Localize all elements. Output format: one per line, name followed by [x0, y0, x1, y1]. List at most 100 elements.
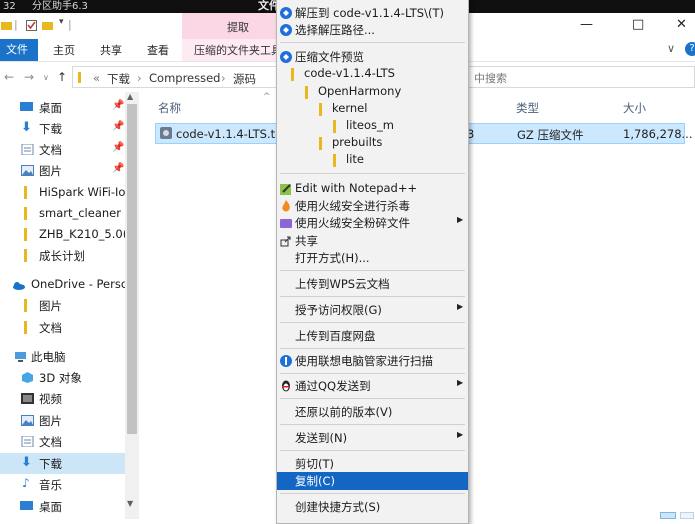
close-button[interactable]: ✕ — [676, 17, 687, 32]
menu-item-grant-access[interactable]: 授予访问权限(G) ▶ — [277, 301, 468, 319]
menu-tree-lite[interactable]: lite — [277, 151, 468, 169]
menu-item-lenovo-scan[interactable]: 使用联想电脑管家进行扫描 — [277, 352, 468, 370]
pin-icon[interactable]: 📌 — [112, 163, 124, 174]
menu-item-label: 上传到WPS云文档 — [295, 277, 390, 291]
tab-compressed-folder-tools[interactable]: 压缩的文件夹工具 — [182, 39, 290, 61]
download-arrow-icon: ⬇ — [21, 455, 32, 470]
menu-item-preview[interactable]: 压缩文件预览 — [277, 48, 468, 66]
folder-icon — [24, 249, 27, 262]
lenovo-shield-icon — [280, 355, 292, 367]
nav-item-music[interactable]: ♪ 音乐 — [0, 474, 125, 495]
picture-icon — [21, 165, 34, 176]
column-header-type[interactable]: 类型 — [516, 100, 539, 116]
scroll-up-icon[interactable]: ▲ — [127, 92, 133, 101]
menu-item-send-to[interactable]: 发送到(N) ▶ — [277, 429, 468, 447]
menu-item-notepad[interactable]: Edit with Notepad++ — [277, 180, 468, 198]
menu-item-huorong-scan[interactable]: 使用火绒安全进行杀毒 — [277, 197, 468, 215]
maximize-button[interactable]: □ — [632, 17, 644, 32]
chevron-down-icon[interactable]: ∨ — [667, 42, 675, 55]
menu-tree-prebuilts[interactable]: prebuilts — [277, 134, 468, 152]
nav-item-videos[interactable]: 视频 — [0, 388, 125, 409]
menu-item-copy[interactable]: 复制(C) — [277, 472, 468, 490]
nav-item-downloads[interactable]: ⬇ 下载 📌 — [0, 118, 125, 139]
details-view-button[interactable] — [660, 512, 676, 519]
search-input[interactable]: 中搜索 — [462, 66, 695, 88]
menu-item-label: 压缩文件预览 — [295, 50, 364, 64]
nav-item-growth-plan[interactable]: 成长计划 — [0, 245, 125, 266]
submenu-arrow-icon: ▶ — [457, 430, 464, 439]
minimize-button[interactable]: — — [580, 17, 593, 32]
nav-scrollbar[interactable]: ▲ ▼ — [125, 92, 139, 519]
scroll-thumb[interactable] — [127, 104, 137, 434]
nav-item-pc-pictures[interactable]: 图片 — [0, 410, 125, 431]
chevron-down-icon[interactable]: ∨ — [43, 73, 49, 82]
menu-tree-kernel[interactable]: kernel — [277, 100, 468, 118]
menu-item-label: prebuilts — [332, 135, 383, 149]
nav-item-pc-desktop[interactable]: 桌面 — [0, 496, 125, 517]
nav-item-label: 音乐 — [39, 478, 62, 492]
nav-item-pc-documents[interactable]: 文档 — [0, 431, 125, 452]
properties-icon[interactable] — [26, 20, 37, 31]
menu-item-restore[interactable]: 还原以前的版本(V) — [277, 403, 468, 421]
menu-separator — [280, 270, 465, 271]
file-name: code-v1.1.4-LTS.tar — [176, 127, 287, 141]
menu-item-baidu[interactable]: 上传到百度网盘 — [277, 327, 468, 345]
nav-item-pc-downloads[interactable]: ⬇ 下载 — [0, 453, 125, 474]
nav-item-onedrive-pictures[interactable]: 图片 — [0, 295, 125, 316]
breadcrumb-downloads[interactable]: 下载 — [107, 71, 130, 87]
nav-item-onedrive-documents[interactable]: 文档 — [0, 317, 125, 338]
breadcrumb-overflow[interactable]: « — [93, 71, 100, 85]
scroll-down-icon[interactable]: ▼ — [127, 499, 133, 508]
breadcrumb-source[interactable]: 源码 — [233, 71, 256, 87]
nav-item-this-pc[interactable]: 此电脑 — [0, 346, 125, 367]
column-header-size[interactable]: 大小 — [623, 100, 646, 116]
nav-item-zhb-k210[interactable]: ZHB_K210_5.0(20 — [0, 224, 125, 245]
new-folder-icon[interactable] — [42, 20, 53, 31]
menu-item-share[interactable]: 共享 — [277, 232, 468, 250]
tiles-view-button[interactable] — [680, 512, 694, 519]
tab-home[interactable]: 主页 — [53, 42, 75, 58]
file-tab[interactable]: 文件 — [0, 39, 38, 61]
separator-icon: | — [68, 18, 72, 31]
menu-tree-root[interactable]: code-v1.1.4-LTS — [277, 65, 468, 83]
music-note-icon: ♪ — [22, 476, 30, 490]
nav-item-hispark[interactable]: HiSpark WiFi-IoT — [0, 182, 125, 203]
tab-share[interactable]: 共享 — [100, 42, 122, 58]
nav-item-label: OneDrive - Person — [31, 277, 125, 291]
menu-item-open-with[interactable]: 打开方式(H)... — [277, 249, 468, 267]
nav-item-label: 视频 — [39, 392, 62, 406]
column-header-name[interactable]: 名称 — [158, 100, 181, 116]
nav-item-desktop[interactable]: 桌面 📌 — [0, 97, 125, 118]
nav-item-documents[interactable]: 文档 📌 — [0, 139, 125, 160]
menu-item-wps[interactable]: 上传到WPS云文档 — [277, 275, 468, 293]
menu-tree-openharmony[interactable]: OpenHarmony — [277, 83, 468, 101]
pin-icon[interactable]: 📌 — [112, 100, 124, 111]
cloud-icon — [13, 282, 25, 290]
nav-item-smart-cleaner[interactable]: smart_cleaner — [0, 203, 125, 224]
menu-item-qq-send[interactable]: 通过QQ发送到 ▶ — [277, 377, 468, 395]
tab-view[interactable]: 查看 — [147, 42, 169, 58]
nav-item-onedrive[interactable]: OneDrive - Person — [0, 274, 125, 295]
nav-item-pictures[interactable]: 图片 📌 — [0, 160, 125, 181]
menu-item-label: 解压到 code-v1.1.4-LTS\(T) — [295, 6, 444, 20]
menu-item-extract-to[interactable]: 解压到 code-v1.1.4-LTS\(T) — [277, 4, 468, 22]
forward-arrow-icon[interactable]: → — [24, 70, 34, 84]
nav-item-3d-objects[interactable]: 3D 对象 — [0, 367, 125, 388]
menu-item-cut[interactable]: 剪切(T) — [277, 455, 468, 473]
menu-item-huorong-shred[interactable]: 使用火绒安全粉碎文件 ▶ — [277, 214, 468, 232]
folder-icon — [24, 299, 27, 312]
pin-icon[interactable]: 📌 — [112, 121, 124, 132]
document-icon — [21, 144, 34, 155]
menu-item-create-shortcut[interactable]: 创建快捷方式(S) — [277, 498, 468, 516]
back-arrow-icon[interactable]: ← — [4, 70, 14, 84]
breadcrumb-separator-icon: › — [137, 71, 142, 85]
pin-icon[interactable]: 📌 — [112, 142, 124, 153]
submenu-arrow-icon: ▶ — [457, 302, 464, 311]
help-icon[interactable]: ? — [685, 42, 695, 56]
menu-tree-liteos-m[interactable]: liteos_m — [277, 117, 468, 135]
up-arrow-icon[interactable]: ↑ — [57, 70, 67, 84]
menu-item-extract-path[interactable]: 选择解压路径... — [277, 21, 468, 39]
breadcrumb-compressed[interactable]: Compressed — [149, 71, 220, 85]
chevron-down-icon[interactable]: ▾ — [59, 17, 64, 27]
menu-separator — [280, 42, 465, 43]
